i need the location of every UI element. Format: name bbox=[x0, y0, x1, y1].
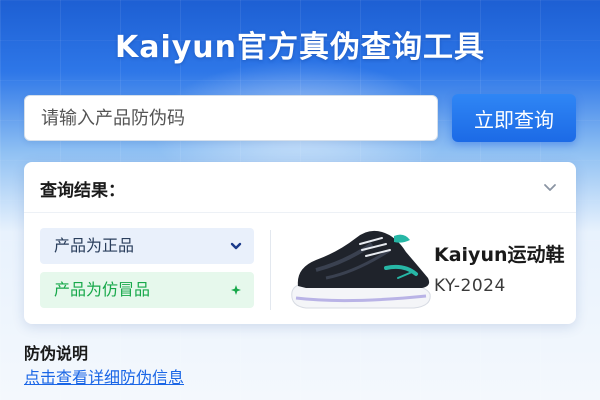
product-code: KY-2024 bbox=[434, 276, 506, 296]
status-genuine[interactable]: 产品为正品 bbox=[40, 228, 254, 264]
chevron-down-icon bbox=[230, 242, 242, 250]
sparkle-icon bbox=[231, 285, 241, 295]
result-card: 查询结果： 产品为正品 产品为仿冒品 Kaiyun运动鞋 KY-2024 bbox=[24, 162, 576, 324]
search-button[interactable]: 立即查询 bbox=[452, 94, 576, 142]
page: Kaiyun官方真伪查询工具 立即查询 查询结果： 产品为正品 产品为仿冒品 bbox=[0, 0, 600, 400]
search-input[interactable] bbox=[24, 95, 438, 141]
status-fake-label: 产品为仿冒品 bbox=[54, 280, 151, 299]
product-name: Kaiyun运动鞋 bbox=[434, 244, 565, 266]
running-shoe-image bbox=[291, 230, 431, 309]
result-header[interactable]: 查询结果： bbox=[24, 162, 576, 213]
page-title: Kaiyun官方真伪查询工具 bbox=[114, 30, 486, 65]
result-title: 查询结果： bbox=[40, 181, 125, 201]
divider bbox=[270, 230, 271, 310]
note-title: 防伪说明 bbox=[24, 344, 89, 363]
chevron-down-icon[interactable] bbox=[542, 179, 558, 195]
details-link[interactable]: 点击查看详细防伪信息 bbox=[24, 364, 184, 388]
status-fake[interactable]: 产品为仿冒品 bbox=[40, 272, 254, 308]
status-genuine-label: 产品为正品 bbox=[54, 236, 135, 255]
